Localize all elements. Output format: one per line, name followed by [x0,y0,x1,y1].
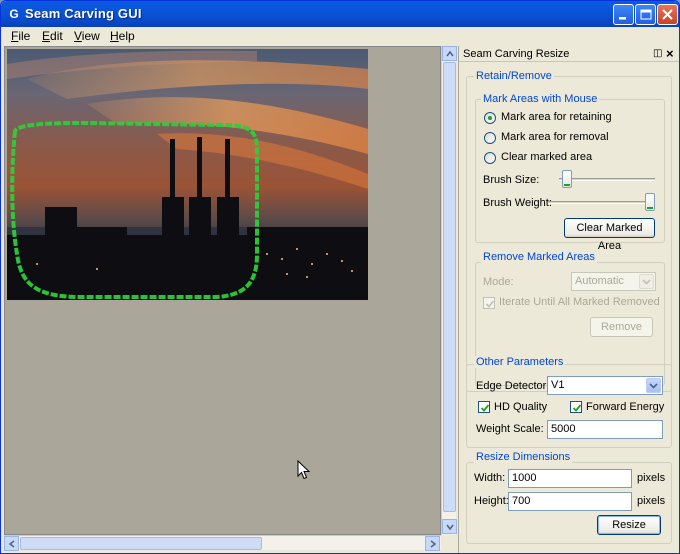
menu-view[interactable]: View [74,29,100,43]
minimize-button[interactable] [613,4,634,25]
close-button[interactable] [657,4,678,25]
pin-icon[interactable]: ◫ [653,48,662,59]
brush-weight-label: Brush Weight: [483,197,552,209]
edge-detector-select[interactable]: V1 [547,376,663,395]
sunset-photo [7,49,368,300]
menu-bar: File Edit View Help [1,27,679,45]
scroll-up-button[interactable] [442,46,457,61]
height-unit: pixels [637,495,666,507]
maximize-button[interactable] [635,4,656,25]
height-label: Height: [474,495,509,507]
app-icon: G [9,7,19,21]
app-window: G Seam Carving GUI File Edit View Help S… [0,0,680,554]
iterate-checkbox[interactable] [483,297,495,309]
resize-dimensions-legend: Resize Dimensions [474,451,573,463]
mouse-cursor-icon [297,460,311,480]
image-preview[interactable] [7,49,368,300]
hd-quality-label: HD Quality [494,401,548,413]
panel-close-icon[interactable]: × [666,46,674,61]
forward-energy-label: Forward Energy [586,401,665,413]
vertical-scroll-thumb[interactable] [443,62,456,512]
menu-file[interactable]: File [11,29,30,43]
maximize-icon [640,9,652,20]
menu-edit[interactable]: Edit [42,29,63,43]
remove-button[interactable]: Remove [590,317,653,337]
chevron-up-icon [446,50,454,57]
checkmark-icon [480,404,490,412]
radio-mark-retain-label: Mark area for retaining [501,111,612,123]
brush-size-slider[interactable] [561,170,572,188]
radio-mark-removal[interactable] [484,132,496,144]
close-icon [662,9,673,20]
mode-select[interactable]: Automatic [571,272,656,291]
brush-weight-slider[interactable] [645,193,655,211]
checkmark-icon [572,404,582,412]
chevron-down-icon [446,524,454,531]
checkmark-icon [485,300,495,308]
menu-help[interactable]: Help [110,29,135,43]
hd-quality-checkbox[interactable] [478,401,490,413]
edge-detector-dropdown-button[interactable] [646,378,661,393]
radio-mark-retain[interactable] [484,112,496,124]
mode-select-value: Automatic [575,275,624,287]
brush-size-track[interactable] [559,178,655,181]
scroll-left-button[interactable] [4,536,19,551]
edge-detector-label: Edge Detector: [476,380,550,392]
radio-clear-marked-label: Clear marked area [501,151,593,163]
mode-label: Mode: [483,276,514,288]
chevron-down-icon [649,383,658,389]
window-title: Seam Carving GUI [25,6,142,21]
minimize-icon [619,17,626,20]
panel-header: Seam Carving Resize ◫ × [459,46,679,62]
weight-scale-input[interactable]: 5000 [547,420,663,439]
vertical-scrollbar[interactable] [441,46,457,535]
weight-scale-label: Weight Scale: [476,423,544,435]
radio-clear-marked[interactable] [484,152,496,164]
edge-detector-value: V1 [551,379,565,391]
chevron-down-icon [642,279,651,285]
other-parameters-legend: Other Parameters [474,356,566,368]
remove-marked-legend: Remove Marked Areas [481,251,597,263]
width-label: Width: [474,472,506,484]
chevron-left-icon [8,540,15,548]
panel-title: Seam Carving Resize [463,48,570,60]
seam-carving-panel: Seam Carving Resize ◫ × Retain/Remove Ma… [458,46,679,553]
title-bar[interactable]: G Seam Carving GUI [1,1,679,27]
chevron-right-icon [430,540,437,548]
iterate-label: Iterate Until All Marked Removed [499,296,660,308]
mode-dropdown-button[interactable] [639,274,654,289]
height-input[interactable]: 700 [508,492,632,511]
radio-mark-removal-label: Mark area for removal [501,131,609,143]
horizontal-scroll-thumb[interactable] [20,537,262,550]
width-input[interactable]: 1000 [508,469,632,488]
scroll-right-button[interactable] [425,536,440,551]
clear-marked-area-button[interactable]: Clear Marked Area [564,218,655,252]
scroll-down-button[interactable] [442,519,457,534]
width-unit: pixels [637,472,666,484]
brush-weight-track[interactable] [548,201,655,204]
mark-areas-legend: Mark Areas with Mouse [481,93,600,105]
retain-remove-legend: Retain/Remove [474,70,554,82]
image-canvas[interactable] [4,46,441,535]
resize-button[interactable]: Resize [597,515,661,535]
horizontal-scrollbar[interactable] [4,535,441,551]
forward-energy-checkbox[interactable] [570,401,582,413]
brush-size-label: Brush Size: [483,174,540,186]
